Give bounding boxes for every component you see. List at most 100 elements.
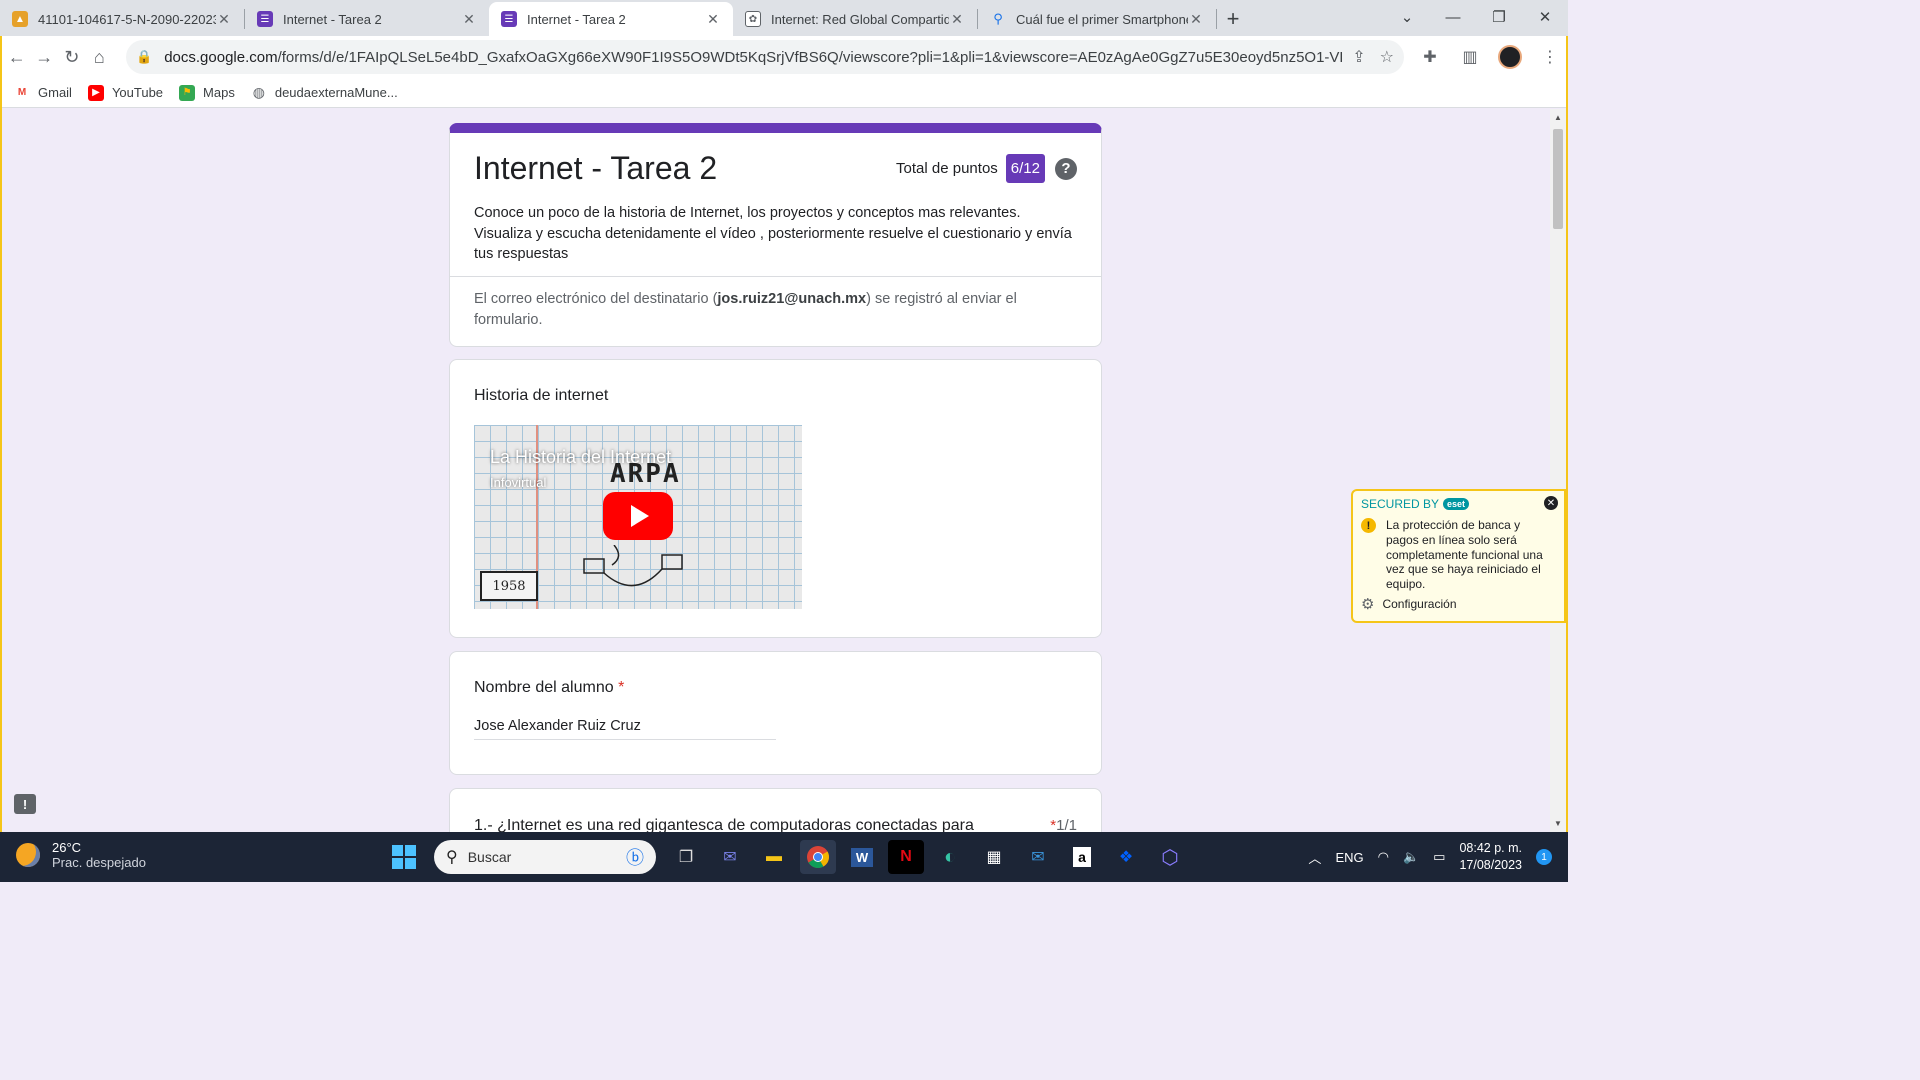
tab-strip: ▲ 41101-104617-5-N-2090-22023 ✕ ☰ Intern…: [0, 0, 1568, 36]
store-icon[interactable]: ▦: [976, 840, 1012, 874]
tab-title: Cuál fue el primer Smartphone d: [1016, 11, 1188, 27]
scroll-down-icon[interactable]: ▼: [1550, 819, 1566, 828]
bookmark-gmail[interactable]: M Gmail: [14, 85, 72, 101]
taskbar-search[interactable]: ⚲ Buscar ⓑ: [434, 840, 656, 874]
report-feedback-icon[interactable]: !: [14, 794, 36, 814]
drawing-year: 1958: [480, 571, 538, 601]
wifi-icon[interactable]: ◠: [1378, 849, 1389, 865]
warning-icon: !: [1361, 518, 1376, 533]
scroll-up-icon[interactable]: ▲: [1550, 113, 1566, 122]
close-icon[interactable]: ✕: [1188, 11, 1204, 28]
task-view-icon[interactable]: ❐: [668, 840, 704, 874]
points-badge: 6/12: [1005, 154, 1045, 183]
page-scrollbar[interactable]: ▲ ▼: [1550, 109, 1566, 832]
tab-course[interactable]: ▲ 41101-104617-5-N-2090-22023 ✕: [0, 2, 244, 36]
side-panel-icon[interactable]: ▥: [1454, 41, 1486, 73]
forward-icon[interactable]: →: [32, 41, 58, 73]
close-icon[interactable]: ✕: [949, 11, 965, 28]
restore-button[interactable]: ❐: [1476, 0, 1522, 34]
dropbox-icon[interactable]: ❖: [1108, 840, 1144, 874]
reload-icon[interactable]: ↻: [59, 41, 85, 73]
amazon-icon[interactable]: a: [1064, 840, 1100, 874]
file-explorer-icon[interactable]: ▬: [756, 840, 792, 874]
form-title: Internet - Tarea 2: [474, 150, 718, 186]
eset-logo: eset: [1443, 498, 1470, 510]
weather-condition: Prac. despejado: [52, 855, 146, 870]
date: 17/08/2023: [1459, 858, 1522, 872]
notification-badge[interactable]: 1: [1536, 849, 1552, 865]
help-icon[interactable]: ?: [1055, 157, 1077, 180]
bookmark-deuda[interactable]: ◍ deudaexternaMune...: [251, 84, 398, 101]
word-icon[interactable]: W: [844, 840, 880, 874]
netflix-icon[interactable]: N: [888, 840, 924, 874]
close-icon[interactable]: ✕: [705, 11, 721, 28]
clock[interactable]: 08:42 p. m. 17/08/2023: [1459, 840, 1522, 874]
address-bar[interactable]: 🔒 docs.google.com/forms/d/e/1FAIpQLSeL5e…: [126, 40, 1404, 74]
start-button[interactable]: [386, 840, 422, 874]
chrome-icon[interactable]: [800, 840, 836, 874]
youtube-play-button[interactable]: [603, 492, 673, 540]
battery-icon[interactable]: ▭: [1433, 849, 1445, 865]
close-icon[interactable]: ✕: [461, 11, 477, 28]
tab-forms-1[interactable]: ☰ Internet - Tarea 2 ✕: [245, 2, 489, 36]
teams-chat-icon[interactable]: ✉: [712, 840, 748, 874]
minimize-button[interactable]: —: [1430, 0, 1476, 34]
scrollbar-thumb[interactable]: [1553, 129, 1563, 229]
weather-moon-icon: [16, 843, 40, 867]
chrome-logo: [807, 846, 829, 868]
bookmark-youtube[interactable]: ▶ YouTube: [87, 84, 164, 101]
eset-settings-link[interactable]: ⚙ Configuración: [1361, 595, 1457, 613]
bookmark-label: YouTube: [111, 85, 164, 100]
browser-toolbar: ← → ↻ ⌂ 🔒 docs.google.com/forms/d/e/1FAI…: [2, 36, 1566, 78]
tab-title: 41101-104617-5-N-2090-22023: [38, 11, 216, 27]
required-mark: *: [618, 679, 625, 696]
close-icon[interactable]: ✕: [1544, 496, 1558, 510]
video-thumbnail[interactable]: ARPA 1958 La Historia del Internet Infov…: [474, 425, 802, 609]
question-1-card: 1.- ¿Internet es una red gigantesca de c…: [449, 788, 1102, 832]
menu-icon[interactable]: ⋮: [1534, 41, 1566, 73]
tab-title: Internet: Red Global Compartida: [771, 11, 949, 27]
bookmark-star-icon[interactable]: ☆: [1380, 47, 1394, 67]
bookmarks-bar: M Gmail ▶ YouTube ⚑ Maps ◍ deudaexternaM…: [2, 78, 1566, 108]
video-title[interactable]: La Historia del Internet: [490, 447, 671, 468]
extensions-icon[interactable]: ✚: [1414, 41, 1446, 73]
time: 08:42 p. m.: [1459, 841, 1522, 855]
url-path: /forms/d/e/1FAIpQLSeL5e4bD_GxafxOaGXg66e…: [277, 48, 1343, 66]
tab-search[interactable]: ⚲ Cuál fue el primer Smartphone d ✕: [978, 2, 1216, 36]
back-icon[interactable]: ←: [4, 41, 30, 73]
youtube-icon: ▶: [87, 84, 104, 101]
gear-icon: ⚙: [1361, 596, 1375, 613]
weather-widget[interactable]: 26°C Prac. despejado: [16, 840, 146, 870]
edge-icon[interactable]: ◐: [932, 840, 968, 874]
search-icon: ⚲: [993, 11, 1003, 26]
mail-icon[interactable]: ✉: [1020, 840, 1056, 874]
google-forms-icon: ☰: [501, 11, 517, 27]
video-channel[interactable]: Infovirtual: [490, 475, 546, 490]
avatar: [1498, 45, 1522, 69]
graduation-cap-icon: ▲: [12, 11, 28, 27]
language-indicator[interactable]: ENG: [1335, 850, 1363, 865]
home-icon[interactable]: ⌂: [87, 41, 113, 73]
volume-icon[interactable]: 🔈: [1403, 849, 1419, 865]
share-icon[interactable]: ⇪: [1352, 47, 1365, 67]
chevron-up-icon[interactable]: ︿: [1308, 848, 1321, 867]
close-window-button[interactable]: ✕: [1522, 0, 1568, 34]
tab-search-dropdown-icon[interactable]: ⌄: [1384, 0, 1430, 34]
windows-taskbar: 26°C Prac. despejado ⚲ Buscar ⓑ ❐ ✉ ▬ W …: [0, 832, 1568, 882]
tab-forms-active[interactable]: ☰ Internet - Tarea 2 ✕: [489, 2, 733, 36]
close-icon[interactable]: ✕: [216, 11, 232, 28]
eset-header: SECURED BY eset: [1361, 497, 1470, 511]
lock-icon[interactable]: 🔒: [136, 49, 152, 65]
window-controls: ⌄ — ❐ ✕: [1384, 0, 1568, 34]
temperature: 26°C: [52, 840, 82, 855]
profile-avatar[interactable]: [1494, 41, 1526, 73]
form-description: Conoce un poco de la historia de Interne…: [474, 205, 1072, 262]
email-prefix: El correo electrónico del destinatario (: [474, 291, 718, 307]
eset-settings-label: Configuración: [1382, 597, 1457, 611]
url-text[interactable]: docs.google.com/forms/d/e/1FAIpQLSeL5e4b…: [164, 49, 1342, 66]
total-points: Total de puntos 6/12 ?: [896, 154, 1077, 183]
app-icon[interactable]: ⬡: [1152, 840, 1188, 874]
new-tab-button[interactable]: +: [1217, 2, 1249, 36]
tab-chatgpt[interactable]: ✿ Internet: Red Global Compartida ✕: [733, 2, 977, 36]
bookmark-maps[interactable]: ⚑ Maps: [179, 84, 235, 101]
